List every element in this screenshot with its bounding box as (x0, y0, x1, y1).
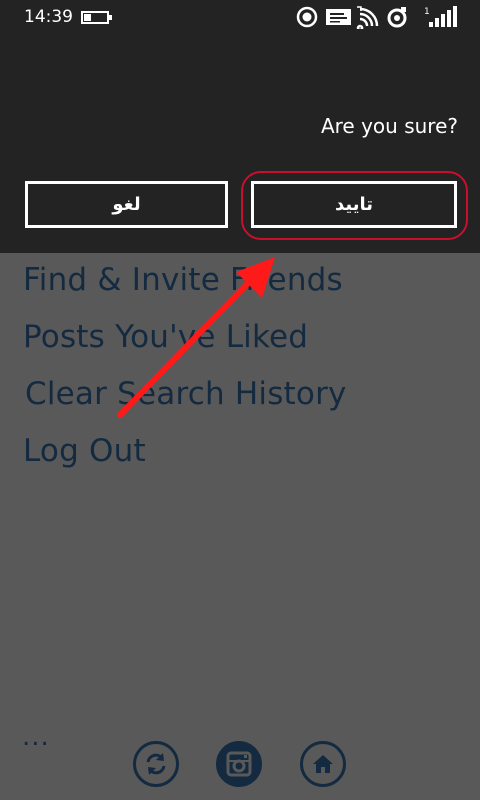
message-icon (326, 9, 351, 25)
menu-item-clear-search-history[interactable]: Clear Search History (25, 376, 347, 412)
wifi-icon (356, 6, 379, 29)
refresh-button[interactable] (133, 741, 179, 787)
status-bar: 14:39 1 (0, 0, 480, 34)
cancel-button[interactable]: لغو (25, 181, 228, 228)
status-icons: 1 (296, 5, 460, 29)
highlight-circle (241, 171, 468, 240)
menu-item-posts-liked[interactable]: Posts You've Liked (23, 319, 308, 355)
more-ellipsis[interactable]: ... (22, 722, 50, 752)
location-icon (296, 6, 318, 28)
instagram-button[interactable] (216, 741, 262, 787)
dialog-message: Are you sure? (320, 114, 458, 138)
home-icon (313, 755, 333, 773)
home-button[interactable] (300, 741, 346, 787)
sync-icon (387, 7, 407, 28)
svg-text:1: 1 (424, 7, 430, 17)
menu-item-find-invite-friends[interactable]: Find & Invite Friends (23, 262, 343, 298)
battery-icon (81, 11, 112, 24)
confirm-dialog: Are you sure? لغو تایید (0, 34, 480, 253)
refresh-icon (146, 753, 166, 775)
instagram-icon (226, 751, 252, 777)
menu-item-log-out[interactable]: Log Out (23, 433, 146, 469)
signal-icon: 1 (424, 6, 457, 27)
status-time: 14:39 (24, 7, 73, 27)
